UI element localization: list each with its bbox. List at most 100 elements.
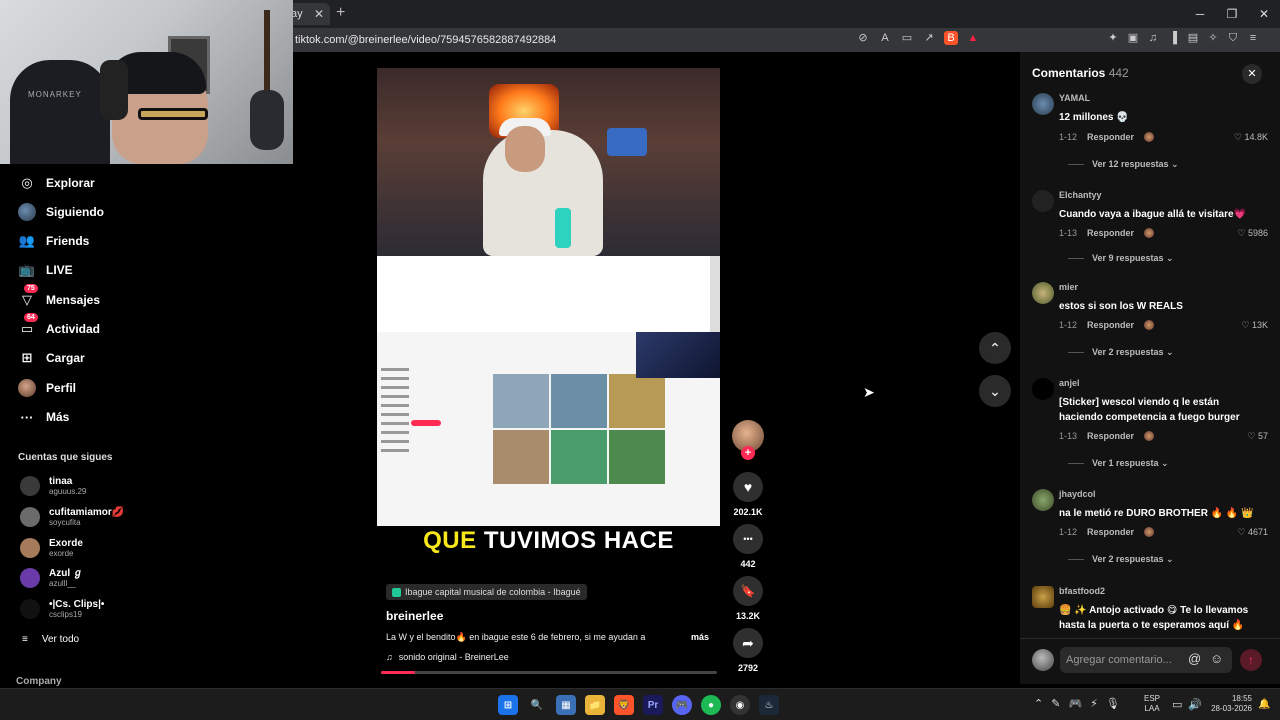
avatar[interactable] xyxy=(1032,282,1054,304)
discord-icon[interactable]: 🎮 xyxy=(672,695,692,715)
close-window-button[interactable]: ✕ xyxy=(1248,0,1280,28)
extensions-icon[interactable]: ✦ xyxy=(1106,31,1120,45)
avatar[interactable] xyxy=(1032,93,1054,115)
comment-button[interactable]: ••• 442 xyxy=(730,524,766,569)
sidebar-item-cargar[interactable]: ⊞ Cargar xyxy=(18,348,85,368)
sidebar-item-mas[interactable]: ··· Más xyxy=(18,407,70,427)
spotify-icon[interactable]: ● xyxy=(701,695,721,715)
company-link[interactable]: Company xyxy=(16,676,62,687)
comment-username[interactable]: anjel xyxy=(1059,378,1080,388)
file-explorer-icon[interactable]: 📁 xyxy=(585,695,605,715)
avatar[interactable] xyxy=(1032,378,1054,400)
share-icon[interactable]: ↗ xyxy=(922,31,936,45)
tab-close-icon[interactable]: ✕ xyxy=(314,7,324,21)
sidebar-item-mensajes[interactable]: ▽ 75 Mensajes xyxy=(18,284,100,310)
sidebar-item-explorar[interactable]: ◎ Explorar xyxy=(18,173,94,193)
share-button[interactable]: ➦ 2792 xyxy=(730,628,766,673)
following-account[interactable]: tinaa aguuus.29 xyxy=(20,476,86,496)
new-tab-button[interactable]: + xyxy=(336,4,345,22)
pen-icon[interactable]: ✎ xyxy=(1051,697,1060,710)
like-button[interactable]: ♥ 202.1K xyxy=(730,472,766,517)
avatar[interactable] xyxy=(1032,586,1054,608)
sidebar-item-friends[interactable]: 👥 Friends xyxy=(18,231,89,251)
leo-ai-icon[interactable]: ✧ xyxy=(1206,31,1220,45)
search-icon[interactable]: 🔍 xyxy=(527,695,547,715)
url-text[interactable]: tiktok.com/@breinerlee/video/75945765828… xyxy=(295,34,556,46)
emoji-icon[interactable]: ☺ xyxy=(1210,651,1223,666)
sidebar-item-live[interactable]: 📺 LIVE xyxy=(18,260,73,280)
send-comment-button[interactable]: ↑ xyxy=(1240,649,1262,671)
brave-browser-icon[interactable]: 🦁 xyxy=(614,695,634,715)
mention-icon[interactable]: @ xyxy=(1188,651,1201,666)
translate-icon[interactable]: A xyxy=(878,31,892,45)
music-icon[interactable]: ♫ xyxy=(1146,31,1160,45)
follow-plus-button[interactable]: + xyxy=(741,446,755,460)
following-account[interactable]: •|Cs. Clips|• csclips19 xyxy=(20,599,104,619)
comment-input[interactable] xyxy=(1060,647,1232,673)
comment-username[interactable]: YAMAL xyxy=(1059,93,1090,103)
more-link[interactable]: más xyxy=(691,632,709,642)
vpn-icon[interactable]: ⛉ xyxy=(1226,31,1240,45)
tab-search-icon[interactable]: ▣ xyxy=(1126,31,1140,45)
brave-rewards-icon[interactable]: ▲ xyxy=(966,31,980,45)
power-icon[interactable]: ⚡ xyxy=(1090,697,1098,710)
view-replies-button[interactable]: Ver 12 respuestas ⌄ xyxy=(1068,159,1179,170)
sound-link[interactable]: ♫ sonido original - BreinerLee xyxy=(386,652,509,662)
following-account[interactable]: cufitamiamor💋 soycufita xyxy=(20,507,124,527)
comment-like-count[interactable]: ♡ 13K xyxy=(1241,320,1268,331)
language-indicator[interactable]: ESP LAA xyxy=(1144,694,1160,714)
sidebar-item-siguiendo[interactable]: Siguiendo xyxy=(18,202,104,222)
maximize-button[interactable]: ❐ xyxy=(1216,0,1248,28)
notification-bell-icon[interactable]: 🔔 xyxy=(1258,699,1270,710)
chevron-up-icon[interactable]: ⌃ xyxy=(1034,697,1043,710)
sidebar-item-actividad[interactable]: ▭ 64 Actividad xyxy=(18,313,100,339)
widgets-icon[interactable]: ▦ xyxy=(556,695,576,715)
minimize-button[interactable]: ─ xyxy=(1184,0,1216,28)
brave-shields-icon[interactable]: B xyxy=(944,31,958,45)
following-account[interactable]: Exorde exorde xyxy=(20,538,83,558)
sidebar-item-perfil[interactable]: Perfil xyxy=(18,378,76,398)
premiere-pro-icon[interactable]: Pr xyxy=(643,695,663,715)
obs-icon[interactable]: ◉ xyxy=(730,695,750,715)
video-player[interactable] xyxy=(377,68,720,526)
steam-icon[interactable]: ♨ xyxy=(759,695,779,715)
wallet-icon[interactable]: ▤ xyxy=(1186,31,1200,45)
location-tag[interactable]: Ibague capital musical de colombia - Iba… xyxy=(386,584,587,600)
next-video-button[interactable]: ⌄ xyxy=(979,375,1011,407)
microphone-icon[interactable]: 🎙 xyxy=(1106,697,1120,710)
menu-icon[interactable]: ≡ xyxy=(1246,31,1260,45)
view-replies-button[interactable]: Ver 2 respuestas ⌄ xyxy=(1068,554,1174,565)
comment-username[interactable]: mier xyxy=(1059,282,1078,292)
discord-tray-icon[interactable]: 🎮 xyxy=(1068,697,1082,710)
reply-button[interactable]: Responder xyxy=(1087,132,1134,142)
video-progress-bar[interactable] xyxy=(381,671,717,674)
previous-video-button[interactable]: ⌃ xyxy=(979,332,1011,364)
comment-like-count[interactable]: ♡ 5986 xyxy=(1237,228,1268,239)
comment-username[interactable]: jhaydcol xyxy=(1059,489,1096,499)
see-all-link[interactable]: ≡ Ver todo xyxy=(22,634,79,645)
comment-like-count[interactable]: ♡ 4671 xyxy=(1237,527,1268,538)
view-replies-button[interactable]: Ver 2 respuestas ⌄ xyxy=(1068,347,1174,358)
reply-button[interactable]: Responder xyxy=(1087,431,1134,441)
start-button-icon[interactable]: ⊞ xyxy=(498,695,518,715)
avatar[interactable] xyxy=(1032,190,1054,212)
no-sound-icon[interactable]: ⊘ xyxy=(856,31,870,45)
avatar[interactable] xyxy=(1032,489,1054,511)
comment-like-count[interactable]: ♡ 57 xyxy=(1247,431,1268,442)
comment-username[interactable]: bfastfood2 xyxy=(1059,586,1105,596)
reply-button[interactable]: Responder xyxy=(1087,527,1134,537)
sidebar-icon[interactable]: ▐ xyxy=(1166,31,1180,45)
clock[interactable]: 18:55 28-03-2026 xyxy=(1206,694,1252,714)
comment-username[interactable]: Elchantyy xyxy=(1059,190,1102,200)
quick-settings[interactable]: ▭ 🔊 xyxy=(1172,698,1202,711)
video-author[interactable]: breinerlee xyxy=(386,609,443,623)
picture-in-picture-icon[interactable]: ▭ xyxy=(900,31,914,45)
reply-button[interactable]: Responder xyxy=(1087,228,1134,238)
close-comments-icon[interactable]: ✕ xyxy=(1242,64,1262,84)
view-replies-button[interactable]: Ver 9 respuestas ⌄ xyxy=(1068,253,1174,264)
reply-button[interactable]: Responder xyxy=(1087,320,1134,330)
view-replies-button[interactable]: Ver 1 respuesta ⌄ xyxy=(1068,458,1169,469)
save-button[interactable]: 🔖 13.2K xyxy=(730,576,766,621)
comment-like-count[interactable]: ♡ 14.8K xyxy=(1234,132,1268,143)
following-account[interactable]: Azul ℊ azulll__ xyxy=(20,568,83,588)
